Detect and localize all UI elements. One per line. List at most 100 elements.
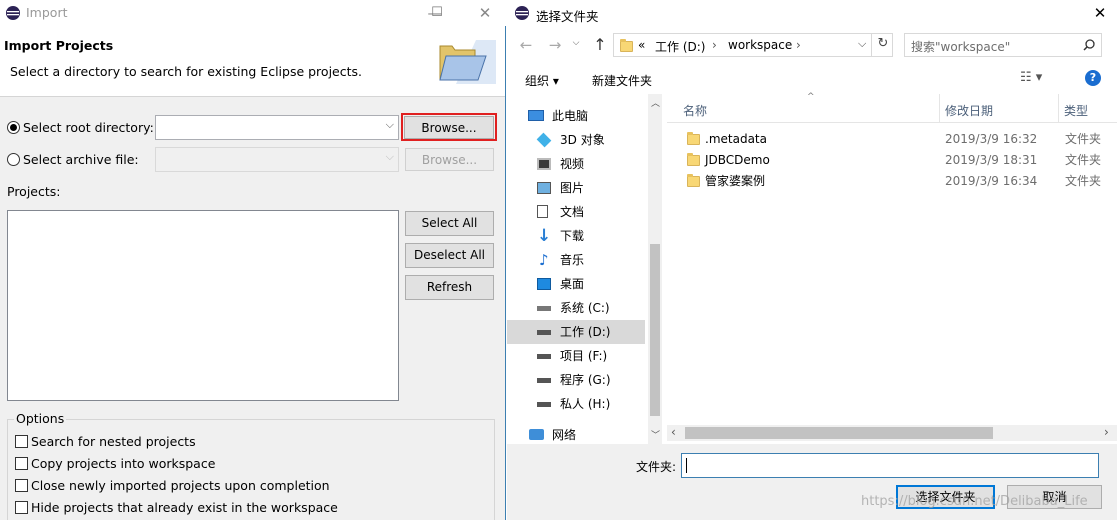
window-title: Import [26, 5, 68, 20]
tree-item-label: 工作 (D:) [560, 325, 611, 339]
tree-item-network[interactable]: 网络 [507, 423, 645, 444]
tree-item-drive-h[interactable]: 私人 (H:) [507, 392, 645, 416]
column-divider[interactable] [939, 94, 940, 122]
search-box[interactable]: 搜索"workspace" [904, 33, 1102, 57]
file-row[interactable]: 管家婆案例 2019/3/9 16:34 文件夹 [667, 171, 1107, 192]
close-imported-label: Close newly imported projects upon compl… [31, 478, 330, 493]
column-header [667, 94, 1117, 123]
search-nested-label: Search for nested projects [31, 434, 196, 449]
tree-scrollbar[interactable]: ︿ ﹀ [648, 94, 662, 444]
back-arrow-icon[interactable]: ← [515, 36, 537, 54]
file-type: 文件夹 [1065, 153, 1102, 167]
breadcrumb-workspace[interactable]: workspace [728, 38, 792, 52]
hide-existing-checkbox[interactable] [15, 501, 28, 514]
view-options-icon[interactable]: ☷ ▾ [1020, 70, 1042, 85]
wizard-description: Select a directory to search for existin… [10, 64, 362, 79]
search-nested-checkbox[interactable] [15, 435, 28, 448]
column-modified[interactable]: 修改日期 [945, 102, 993, 119]
close-icon[interactable]: ✕ [1085, 0, 1115, 26]
tree-item-3d-objects[interactable]: 3D 对象 [507, 128, 645, 152]
close-icon[interactable]: ✕ [470, 0, 500, 26]
scrollbar-thumb[interactable] [650, 244, 660, 416]
folder-banner-icon [439, 40, 496, 84]
column-name[interactable]: 名称 [683, 102, 707, 119]
close-imported-checkbox[interactable] [15, 479, 28, 492]
archive-file-combo[interactable]: ⌵ [155, 147, 399, 172]
column-divider[interactable] [1058, 94, 1059, 122]
select-archive-radio[interactable] [7, 153, 20, 166]
maximize-icon[interactable]: ☐ [422, 0, 452, 26]
tree-item-downloads[interactable]: ↓ 下载 [507, 224, 645, 248]
chevron-down-icon[interactable]: ⌵ [565, 38, 587, 48]
tree-item-videos[interactable]: 视频 [507, 152, 645, 176]
tree-item-label: 视频 [560, 157, 585, 171]
navigation-pane: 此电脑 3D 对象 视频 图片 文档 ↓ 下载 ♪ 音乐 桌面 系统 (C:) … [507, 94, 663, 444]
chevron-left-icon[interactable]: ‹ [671, 425, 676, 439]
refresh-icon[interactable]: ↻ [871, 33, 894, 57]
video-icon [537, 158, 551, 170]
tree-item-this-pc[interactable]: 此电脑 [507, 104, 645, 128]
drive-icon [537, 402, 551, 407]
window-title: 选择文件夹 [536, 9, 599, 24]
root-directory-combo[interactable]: ⌵ [155, 115, 399, 140]
file-modified: 2019/3/9 16:32 [945, 132, 1038, 146]
select-root-radio[interactable] [7, 121, 20, 134]
forward-arrow-icon[interactable]: → [544, 36, 566, 54]
new-folder-button[interactable]: 新建文件夹 [592, 72, 652, 89]
file-row[interactable]: JDBCDemo 2019/3/9 18:31 文件夹 [667, 150, 1107, 171]
select-all-button[interactable]: Select All [405, 211, 494, 236]
up-arrow-icon[interactable]: ↑ [589, 35, 611, 54]
tree-item-drive-f[interactable]: 项目 (F:) [507, 344, 645, 368]
tree-item-drive-d[interactable]: 工作 (D:) [507, 320, 645, 344]
title-bar: Import — ☐ ✕ [0, 0, 506, 26]
tree-item-label: 图片 [560, 181, 585, 195]
breadcrumb-overflow[interactable]: « [638, 38, 645, 52]
folder-icon [687, 174, 700, 187]
desktop-icon [537, 278, 551, 290]
file-row[interactable]: .metadata 2019/3/9 16:32 文件夹 [667, 129, 1107, 150]
organize-menu[interactable]: 组织 ▾ [525, 72, 559, 89]
file-list: ^ 名称 修改日期 类型 .metadata 2019/3/9 16:32 文件… [667, 92, 1117, 424]
chevron-right-icon[interactable]: › [712, 38, 717, 52]
tree-item-pictures[interactable]: 图片 [507, 176, 645, 200]
tree-item-drive-c[interactable]: 系统 (C:) [507, 296, 645, 320]
tree-item-documents[interactable]: 文档 [507, 200, 645, 224]
browse-button[interactable]: Browse... [404, 116, 494, 139]
tree-item-label: 文档 [560, 205, 585, 219]
file-type: 文件夹 [1065, 132, 1102, 146]
search-placeholder: 搜索"workspace" [911, 40, 1011, 54]
eclipse-import-dialog: Import — ☐ ✕ Import Projects Select a di… [0, 0, 506, 520]
folder-label: 文件夹: [636, 460, 677, 474]
projects-list[interactable] [7, 210, 399, 401]
deselect-all-button[interactable]: Deselect All [405, 243, 494, 268]
browse-archive-button[interactable]: Browse... [405, 148, 494, 171]
scrollbar-thumb[interactable] [685, 427, 993, 439]
chevron-down-icon[interactable]: ﹀ [651, 428, 660, 441]
help-icon[interactable]: ? [1085, 70, 1101, 86]
cancel-button[interactable]: 取消 [1007, 485, 1102, 509]
copy-projects-checkbox[interactable] [15, 457, 28, 470]
folder-input[interactable] [681, 453, 1099, 478]
breadcrumb-drive[interactable]: 工作 (D:) [655, 38, 705, 55]
wizard-title: Import Projects [4, 38, 114, 53]
horizontal-scrollbar[interactable]: ‹ › [667, 425, 1117, 441]
chevron-right-icon[interactable]: › [1104, 425, 1109, 439]
chevron-up-icon[interactable]: ︿ [651, 96, 660, 109]
file-name: .metadata [705, 132, 767, 146]
cube-icon [536, 132, 552, 148]
address-bar[interactable]: « 工作 (D:) › workspace › ⌵ [613, 33, 893, 57]
select-folder-button[interactable]: 选择文件夹 [896, 485, 995, 509]
tree-item-drive-g[interactable]: 程序 (G:) [507, 368, 645, 392]
refresh-button[interactable]: Refresh [405, 275, 494, 300]
file-modified: 2019/3/9 18:31 [945, 153, 1038, 167]
file-name: 管家婆案例 [705, 174, 766, 188]
copy-projects-label: Copy projects into workspace [31, 456, 216, 471]
search-icon [1083, 39, 1095, 51]
tree-item-music[interactable]: ♪ 音乐 [507, 248, 645, 272]
chevron-down-icon: ⌵ [385, 118, 394, 131]
chevron-down-icon[interactable]: ⌵ [858, 37, 866, 51]
tree-item-desktop[interactable]: 桌面 [507, 272, 645, 296]
column-type[interactable]: 类型 [1064, 102, 1088, 119]
music-icon: ♪ [539, 251, 549, 269]
chevron-right-icon[interactable]: › [796, 38, 801, 52]
